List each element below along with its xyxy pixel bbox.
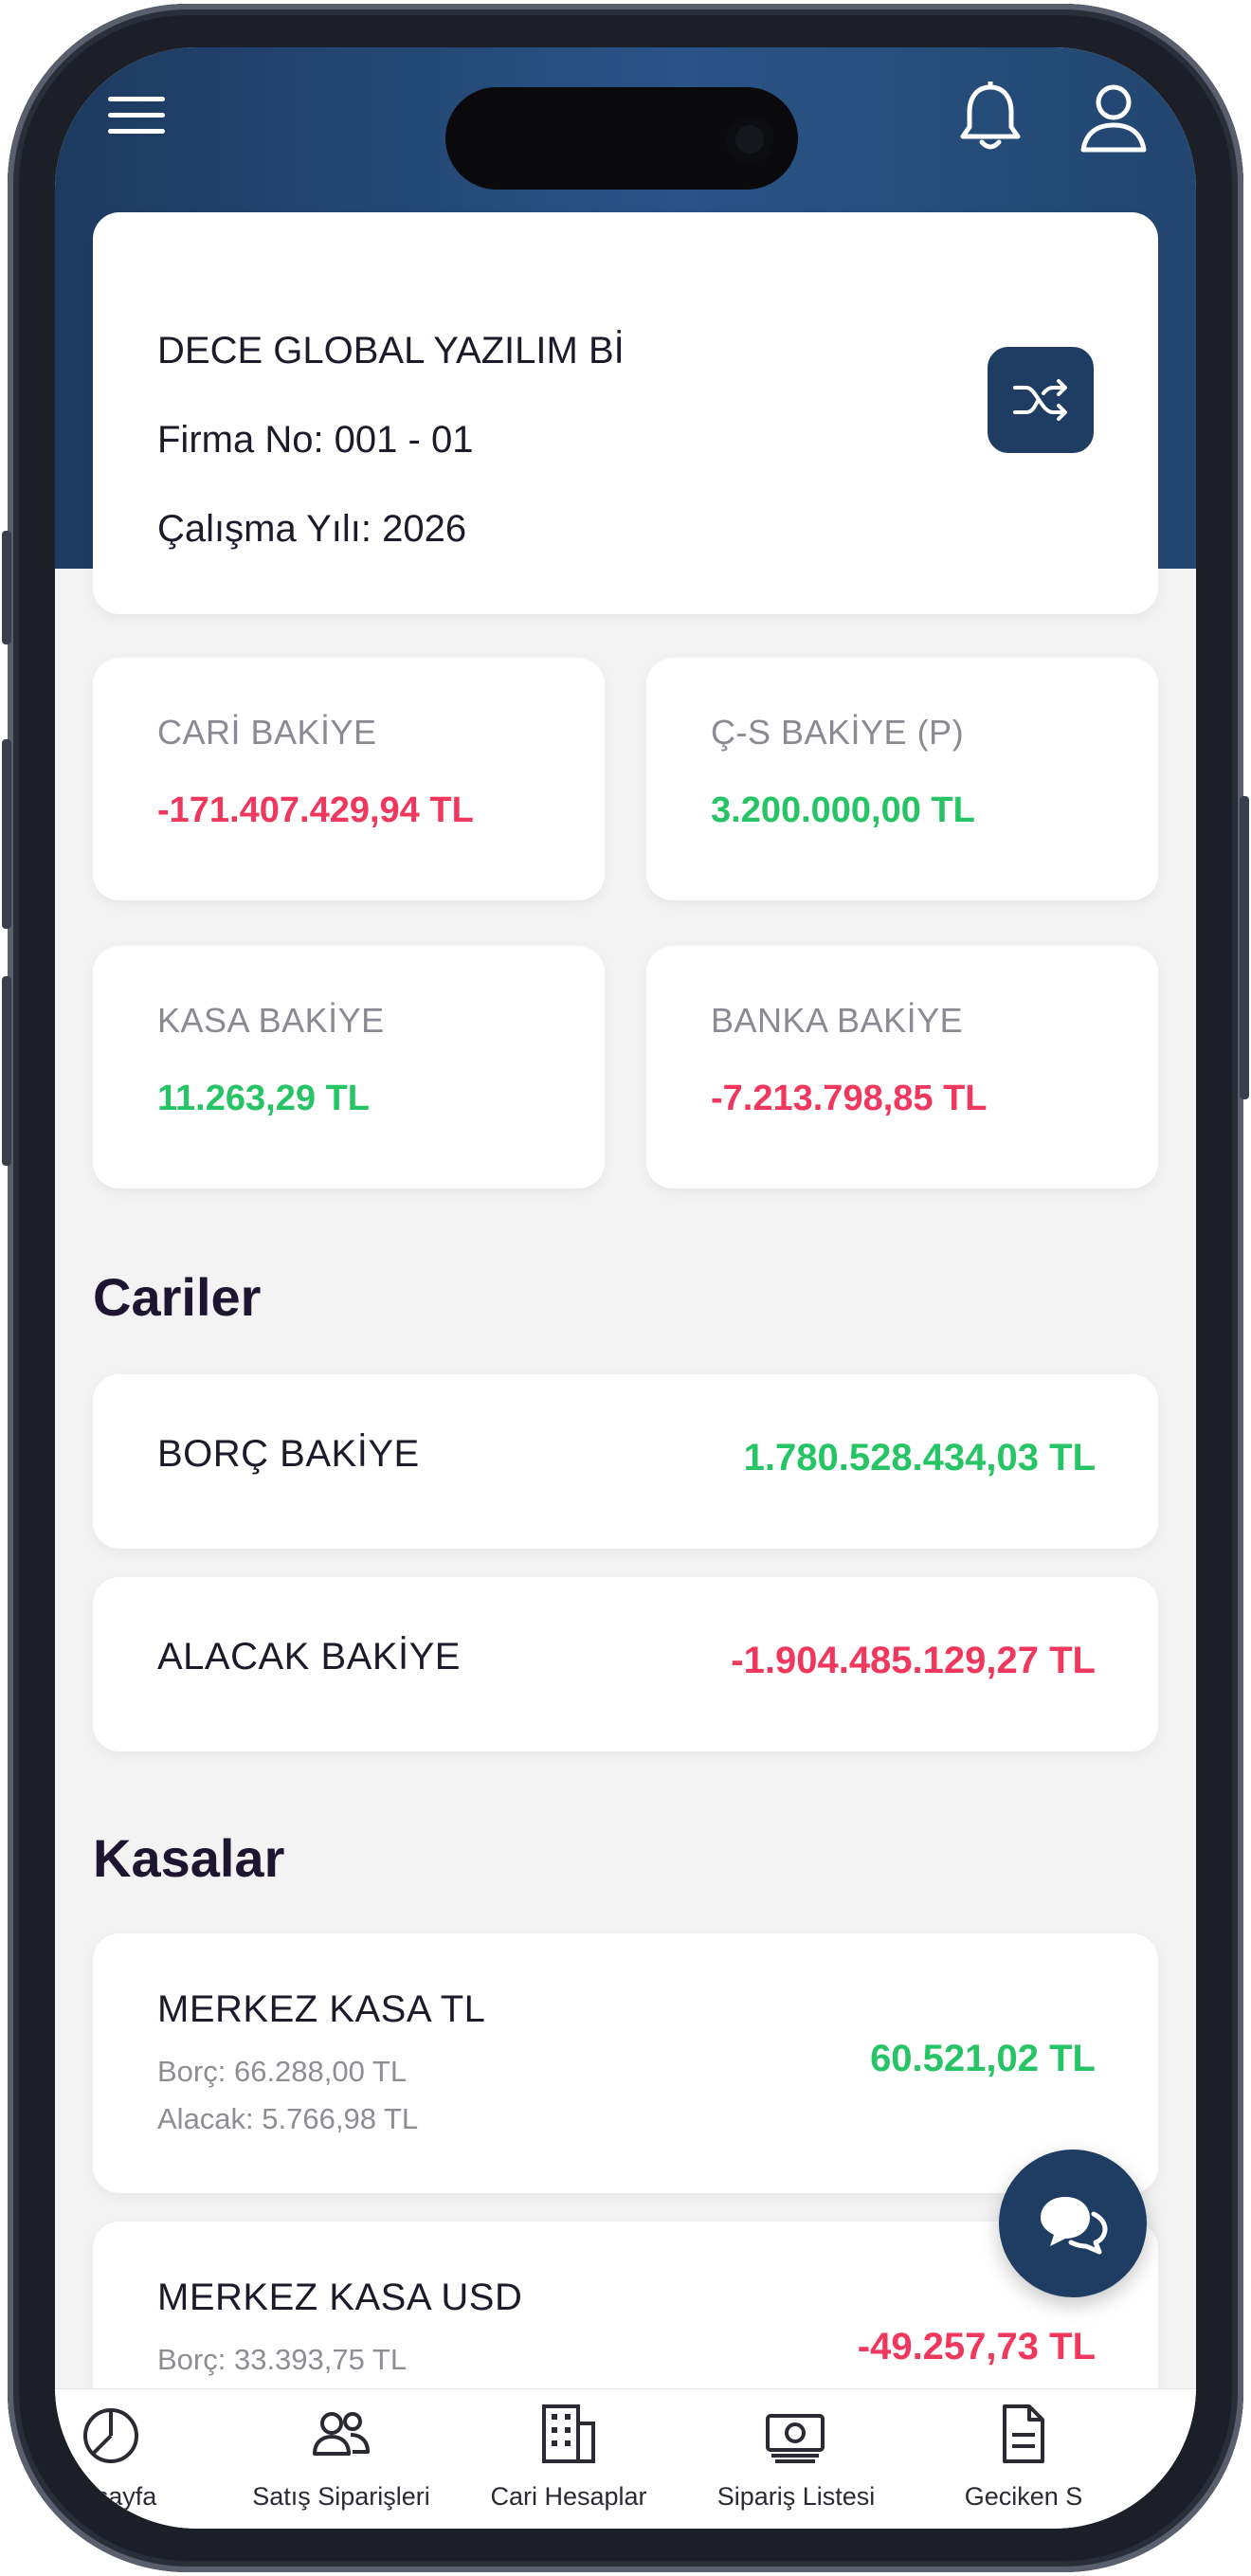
stat-value: 11.263,29 TL [157,1079,370,1118]
building-icon [542,2404,595,2463]
phone-side-button [1240,796,1249,1099]
kasa-value: 60.521,02 TL [870,2038,1096,2079]
section-title-cariler: Cariler [93,1267,262,1327]
bottom-navigation: nasayfa Satış Siparişleri Cari Hesaplar [55,2388,1196,2529]
balance-value: 1.780.528.434,03 TL [743,1437,1096,1478]
stat-label: CARİ BAKİYE [157,713,377,752]
chat-bubbles-icon [1041,2197,1108,2255]
balance-card-alacak[interactable]: ALACAK BAKİYE -1.904.485.129,27 TL [93,1577,1158,1751]
chat-fab-button[interactable] [999,2150,1147,2297]
nav-label: Geciken S [964,2482,1083,2511]
balance-label: BORÇ BAKİYE [157,1433,420,1475]
user-profile-icon[interactable] [1079,82,1149,154]
stat-card-cari-bakiye[interactable]: CARİ BAKİYE -171.407.429,94 TL [93,658,605,900]
stat-card-kasa-bakiye[interactable]: KASA BAKİYE 11.263,29 TL [93,946,605,1188]
switch-company-button[interactable] [988,347,1094,453]
kasa-value: -49.257,73 TL [857,2326,1096,2367]
nav-label: Satış Siparişleri [252,2482,430,2511]
kasa-card[interactable]: MERKEZ KASA TL Borç: 66.288,00 TL Alacak… [93,1933,1158,2193]
phone-side-button [2,739,11,929]
balance-card-borc[interactable]: BORÇ BAKİYE 1.780.528.434,03 TL [93,1374,1158,1549]
firm-number: Firma No: 001 - 01 [157,419,474,461]
balance-value: -1.904.485.129,27 TL [731,1640,1096,1681]
kasa-name: MERKEZ KASA USD [157,2277,523,2318]
users-icon [313,2412,370,2456]
stat-card-banka-bakiye[interactable]: BANKA BAKİYE -7.213.798,85 TL [646,946,1158,1188]
kasa-borc: Borç: 66.288,00 TL [157,2055,408,2088]
nav-label: nasayfa [66,2482,157,2511]
document-icon [1003,2404,1044,2463]
kasa-alacak: Alacak: 5.766,98 TL [157,2102,419,2135]
kasa-name: MERKEZ KASA TL [157,1988,486,2030]
bell-icon[interactable] [957,79,1024,154]
camera [726,116,773,163]
stat-label: Ç-S BAKİYE (P) [711,713,965,752]
shuffle-icon [1013,379,1067,421]
nav-item-cari-hesaplar[interactable]: Cari Hesaplar [455,2389,682,2529]
company-name: DECE GLOBAL YAZILIM Bİ [157,330,625,372]
nav-label: Sipariş Listesi [716,2482,876,2511]
stat-value: -171.407.429,94 TL [157,790,474,830]
kasa-borc: Borç: 33.393,75 TL [157,2343,408,2376]
nav-item-anasayfa[interactable]: nasayfa [55,2389,226,2529]
pie-chart-icon [83,2408,138,2463]
balance-label: ALACAK BAKİYE [157,1636,461,1678]
phone-side-button [2,531,11,644]
nav-item-satis-siparisleri[interactable]: Satış Siparişleri [227,2389,455,2529]
nav-item-geciken[interactable]: Geciken S [910,2389,1137,2529]
app-screen: DECE GLOBAL YAZILIM Bİ Firma No: 001 - 0… [55,47,1196,2529]
section-title-kasalar: Kasalar [93,1828,285,1888]
hamburger-menu-icon[interactable] [108,97,165,138]
stat-label: KASA BAKİYE [157,1001,385,1040]
stat-value: 3.200.000,00 TL [711,790,975,830]
money-icon [766,2414,825,2463]
stat-label: BANKA BAKİYE [711,1001,964,1040]
phone-side-button [2,976,11,1166]
fiscal-year: Çalışma Yılı: 2026 [157,508,467,550]
stat-value: -7.213.798,85 TL [711,1079,988,1118]
nav-item-siparis-listesi[interactable]: Sipariş Listesi [682,2389,910,2529]
stat-card-cs-bakiye[interactable]: Ç-S BAKİYE (P) 3.200.000,00 TL [646,658,1158,900]
nav-label: Cari Hesaplar [490,2482,647,2511]
